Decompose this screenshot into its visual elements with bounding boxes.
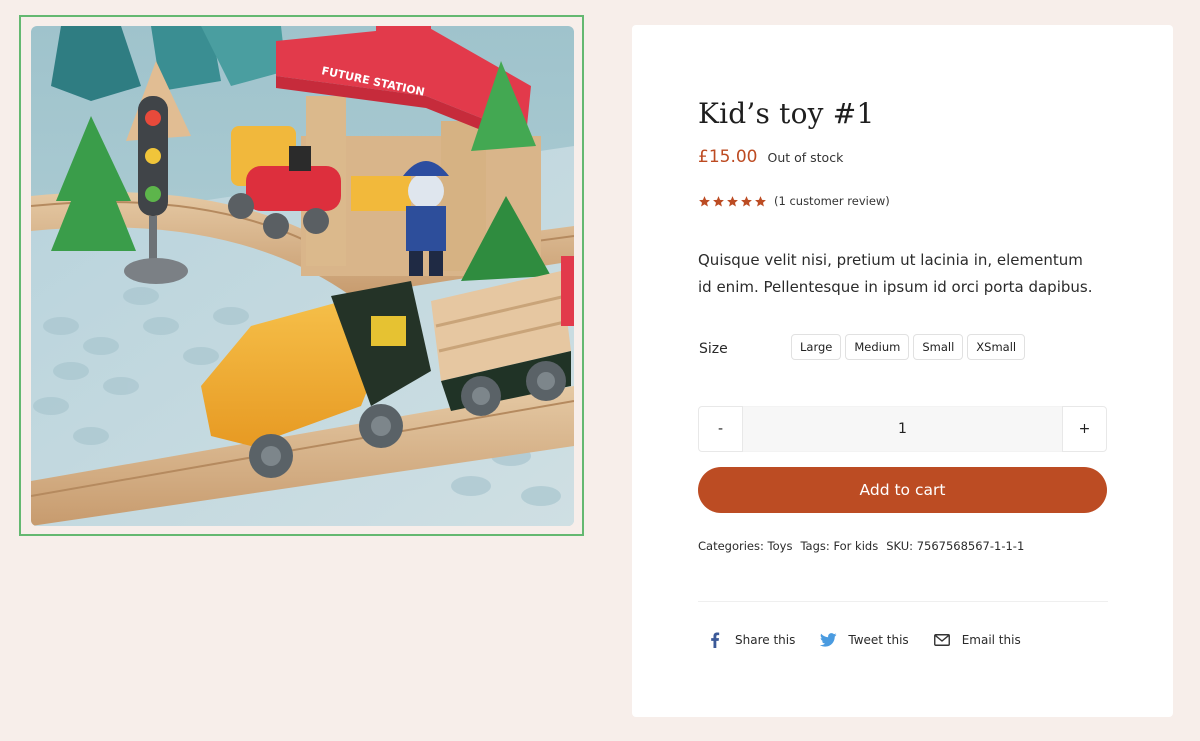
product-description: Quisque velit nisi, pretium ut lacinia i… [698,251,1093,296]
add-to-cart-button[interactable]: Add to cart [698,467,1107,513]
size-label: Size [699,341,728,357]
customer-review-link[interactable]: (1 customer review) [774,194,890,208]
share-links: Share this Tweet this Email this [706,631,1045,649]
email-icon [933,631,951,649]
tags-label: Tags: [800,539,830,553]
tag-link-for-kids[interactable]: For kids [833,539,878,553]
star-icon [713,195,724,206]
size-option-xsmall[interactable]: XSmall [967,334,1026,360]
sku-label: SKU: [886,539,914,553]
divider [698,601,1108,602]
product-title: Kid’s toy #1 [698,97,875,130]
product-image[interactable]: FUTURE STATION [31,26,574,526]
share-facebook-link[interactable]: Share this [706,631,795,649]
size-option-small[interactable]: Small [913,334,964,360]
star-rating [698,195,767,208]
product-gallery: FUTURE STATION [19,15,584,536]
twitter-icon [819,631,837,649]
quantity-stepper: - + [698,406,1107,452]
star-icon [699,195,710,206]
categories-label: Categories: [698,539,764,553]
price-row: £15.00 Out of stock [698,147,843,167]
quantity-input[interactable] [743,406,1062,452]
toy-train-illustration: FUTURE STATION [31,26,574,526]
quantity-decrease-button[interactable]: - [698,406,743,452]
share-twitter-link[interactable]: Tweet this [819,631,909,649]
category-link-toys[interactable]: Toys [768,539,793,553]
share-email-link[interactable]: Email this [933,631,1021,649]
size-option-medium[interactable]: Medium [845,334,910,360]
star-icon [755,195,766,206]
star-icon [741,195,752,206]
share-email-label: Email this [961,633,1021,647]
quantity-increase-button[interactable]: + [1062,406,1107,452]
categories-meta: Categories: Toys [698,539,792,553]
sku-meta: SKU: 7567568567-1-1-1 [886,539,1024,553]
product-meta: Categories: Toys Tags: For kids SKU: 756… [698,539,1024,553]
sku-value: 7567568567-1-1-1 [916,539,1025,553]
share-facebook-label: Share this [735,633,796,647]
facebook-icon [706,631,724,649]
product-summary-card: Kid’s toy #1 £15.00 Out of stock (1 cust… [632,25,1173,717]
stock-status: Out of stock [767,150,844,165]
size-options: Large Medium Small XSmall [791,334,1026,360]
size-option-large[interactable]: Large [791,334,842,360]
star-icon [727,195,738,206]
rating-row: (1 customer review) [698,194,890,208]
tags-meta: Tags: For kids [800,539,878,553]
product-price: £15.00 [698,147,758,167]
share-twitter-label: Tweet this [848,633,909,647]
